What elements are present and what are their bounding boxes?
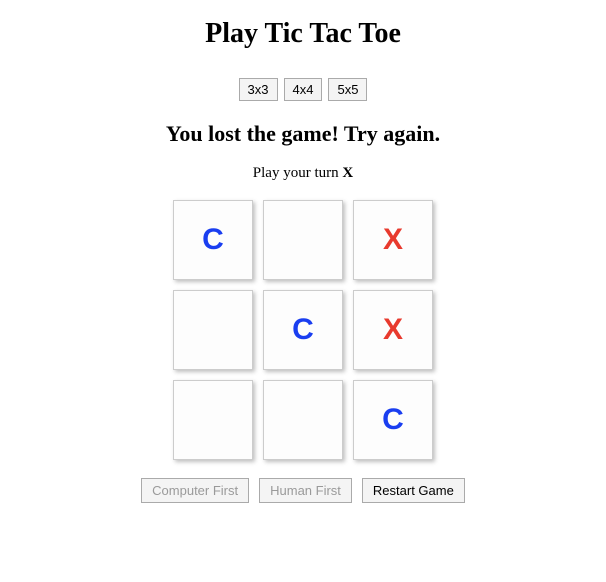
turn-mark: X: [342, 165, 353, 181]
human-first-button[interactable]: Human First: [259, 478, 352, 503]
cell-1-2[interactable]: X: [353, 290, 433, 370]
cell-1-0[interactable]: [173, 290, 253, 370]
cell-mark: C: [202, 223, 224, 257]
cell-2-1[interactable]: [263, 380, 343, 460]
game-status: You lost the game! Try again.: [0, 121, 606, 147]
cell-0-1[interactable]: [263, 200, 343, 280]
page-title: Play Tic Tac Toe: [0, 18, 606, 50]
cell-mark: X: [383, 313, 403, 347]
cell-mark: X: [383, 223, 403, 257]
turn-indicator: Play your turn X: [0, 165, 606, 182]
cell-2-2[interactable]: C: [353, 380, 433, 460]
cell-1-1[interactable]: C: [263, 290, 343, 370]
turn-prefix: Play your turn: [253, 165, 343, 181]
computer-first-button[interactable]: Computer First: [141, 478, 249, 503]
game-board: C X C X C: [173, 200, 433, 460]
cell-0-0[interactable]: C: [173, 200, 253, 280]
size-4x4-button[interactable]: 4x4: [284, 78, 323, 101]
size-buttons-row: 3x3 4x4 5x5: [0, 78, 606, 101]
restart-game-button[interactable]: Restart Game: [362, 478, 465, 503]
cell-0-2[interactable]: X: [353, 200, 433, 280]
size-3x3-button[interactable]: 3x3: [239, 78, 278, 101]
size-5x5-button[interactable]: 5x5: [328, 78, 367, 101]
cell-2-0[interactable]: [173, 380, 253, 460]
action-buttons-row: Computer First Human First Restart Game: [0, 478, 606, 503]
cell-mark: C: [292, 313, 314, 347]
cell-mark: C: [382, 403, 404, 437]
